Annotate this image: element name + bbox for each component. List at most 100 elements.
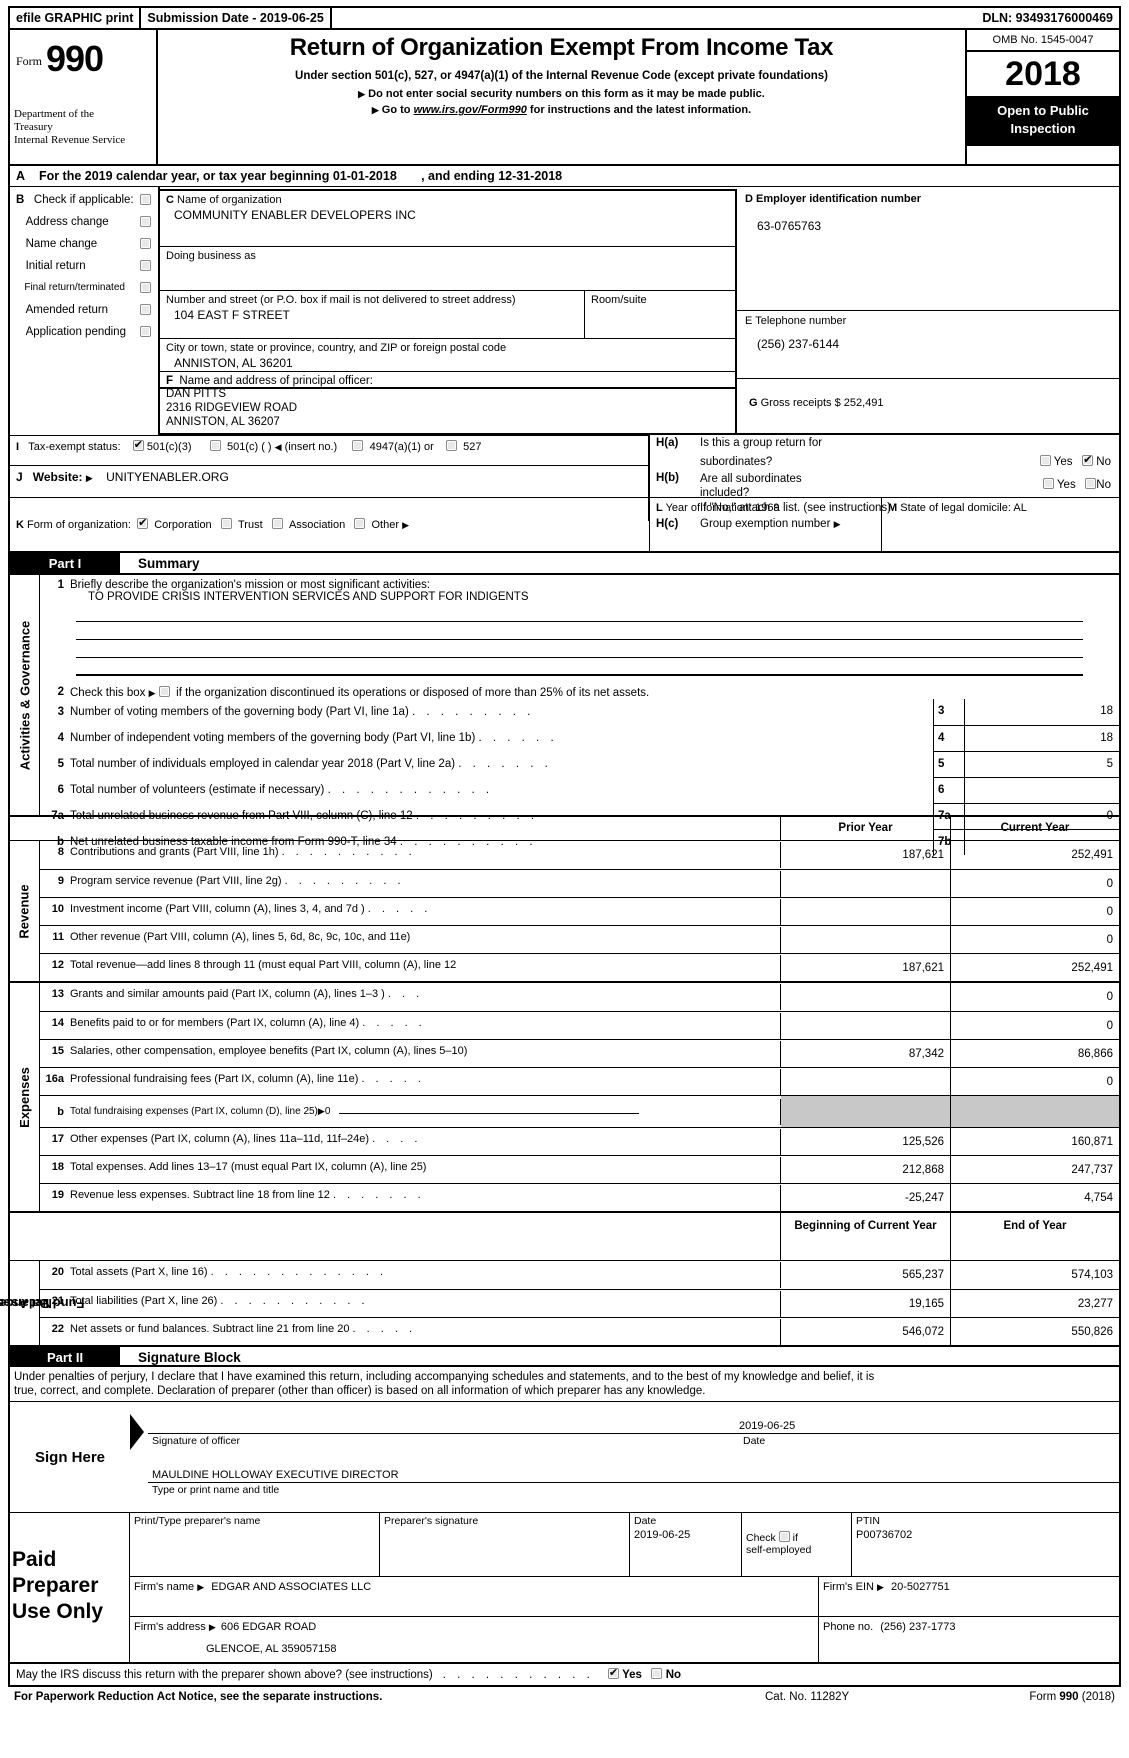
- net-assets-row-20-begin[interactable]: 565,237: [781, 1261, 951, 1289]
- mission-statement-value[interactable]: TO PROVIDE CRISIS INTERVENTION SERVICES …: [40, 591, 1119, 603]
- submission-date-label: Submission Date - 2019-06-25: [141, 8, 332, 28]
- org-name-value[interactable]: COMMUNITY ENABLER DEVELOPERS INC: [166, 206, 729, 222]
- checkbox-discuss-yes[interactable]: [607, 1666, 619, 1679]
- revenue-row-10-prior[interactable]: [781, 898, 951, 925]
- checkbox-trust[interactable]: [220, 518, 232, 529]
- firm-address-value[interactable]: 606 EDGAR ROAD: [219, 1621, 316, 1633]
- count-value-6[interactable]: [965, 778, 1119, 803]
- checkbox-name-change[interactable]: [140, 238, 151, 249]
- count-value-4[interactable]: 18: [965, 726, 1119, 751]
- option-address-change[interactable]: Address change: [16, 213, 154, 235]
- principal-officer-name[interactable]: DAN PITTS: [166, 387, 729, 401]
- revenue-row-11-current[interactable]: 0: [951, 926, 1119, 953]
- tax-year-begin-date[interactable]: 01-01-2018: [333, 169, 397, 183]
- paid-preparer-label: Paid Preparer Use Only: [10, 1513, 130, 1662]
- checkbox-application-pending[interactable]: [140, 326, 151, 337]
- option-initial-return[interactable]: Initial return: [16, 257, 154, 279]
- checkbox-association[interactable]: [271, 518, 283, 529]
- expense-row-19-current[interactable]: 4,754: [951, 1184, 1119, 1211]
- phone-value[interactable]: (256) 237-1773: [876, 1621, 955, 1633]
- ein-value[interactable]: 63-0765763: [745, 205, 1111, 233]
- expense-row-19-prior[interactable]: -25,247: [781, 1184, 951, 1211]
- expense-row-14-prior[interactable]: [781, 1012, 951, 1039]
- expense-row-16a-prior[interactable]: [781, 1068, 951, 1095]
- revenue-row-12-current[interactable]: 252,491: [951, 954, 1119, 981]
- checkbox-address-change[interactable]: [140, 216, 151, 227]
- expense-row-13-current[interactable]: 0: [951, 983, 1119, 1011]
- section-ha-letter: H(a): [656, 437, 679, 449]
- checkbox-initial-return[interactable]: [140, 260, 151, 271]
- checkbox-check-if-applicable[interactable]: [140, 194, 151, 205]
- firm-address-value-2[interactable]: GLENCOE, AL 359057158: [134, 1633, 814, 1655]
- checkbox-discontinued-operations[interactable]: [158, 686, 170, 697]
- checkbox-ha-no[interactable]: [1082, 453, 1094, 466]
- checkbox-discuss-no[interactable]: [651, 1668, 663, 1679]
- checkbox-other[interactable]: [354, 518, 366, 529]
- expense-row-15-current[interactable]: 86,866: [951, 1040, 1119, 1067]
- gross-receipts-value[interactable]: 252,491: [844, 397, 884, 409]
- expense-row-17-number: 17: [51, 1132, 64, 1145]
- revenue-row-9-current[interactable]: 0: [951, 870, 1119, 897]
- revenue-rows: 8 Contributions and grants (Part VIII, l…: [40, 841, 1119, 981]
- net-assets-row-22-end[interactable]: 550,826: [951, 1318, 1119, 1345]
- expense-row-13-prior[interactable]: [781, 983, 951, 1011]
- net-assets-row-21-end[interactable]: 23,277: [951, 1290, 1119, 1317]
- net-assets-row-21-begin[interactable]: 19,165: [781, 1290, 951, 1317]
- revenue-row-9-prior[interactable]: [781, 870, 951, 897]
- count-value-5[interactable]: 5: [965, 752, 1119, 777]
- firm-name-value[interactable]: EDGAR AND ASSOCIATES LLC: [207, 1581, 371, 1593]
- net-assets-column-headers: Beginning of Current Year End of Year: [10, 1213, 1119, 1261]
- expense-row-18-prior[interactable]: 212,868: [781, 1156, 951, 1183]
- checkbox-self-employed[interactable]: [778, 1531, 790, 1542]
- revenue-row-12-prior[interactable]: 187,621: [781, 954, 951, 981]
- revenue-row-8-desc: 8 Contributions and grants (Part VIII, l…: [40, 842, 781, 868]
- option-amended-return[interactable]: Amended return: [16, 301, 154, 323]
- street-value[interactable]: 104 EAST F STREET: [166, 306, 578, 322]
- dba-label: Doing business as: [166, 250, 256, 262]
- telephone-value[interactable]: (256) 237-6144: [745, 327, 1111, 351]
- checkbox-527[interactable]: [446, 440, 458, 451]
- net-assets-row-22-begin[interactable]: 546,072: [781, 1318, 951, 1345]
- checkbox-501c-other[interactable]: [209, 440, 221, 451]
- revenue-row-11-prior[interactable]: [781, 926, 951, 953]
- revenue-row-8-current[interactable]: 252,491: [951, 841, 1119, 869]
- checkbox-4947a1[interactable]: [352, 440, 364, 451]
- checkbox-hb-no[interactable]: [1085, 478, 1097, 489]
- revenue-row-10-current[interactable]: 0: [951, 898, 1119, 925]
- expense-row-18-current[interactable]: 247,737: [951, 1156, 1119, 1183]
- count-value-3[interactable]: 18: [965, 699, 1119, 725]
- irs-form990-link[interactable]: www.irs.gov/Form990: [414, 104, 527, 116]
- checkbox-hb-yes[interactable]: [1042, 478, 1054, 489]
- ptin-value[interactable]: P00736702: [856, 1527, 1115, 1541]
- checkbox-501c3[interactable]: [132, 438, 144, 451]
- preparer-signature-value[interactable]: [384, 1527, 625, 1531]
- preparer-date-value[interactable]: 2019-06-25: [634, 1527, 737, 1541]
- principal-officer-citystate[interactable]: ANNISTON, AL 36207: [166, 415, 729, 429]
- officer-name-and-title[interactable]: MAULDINE HOLLOWAY EXECUTIVE DIRECTOR: [148, 1469, 1119, 1481]
- preparer-name-value[interactable]: [134, 1527, 375, 1531]
- checkbox-amended-return[interactable]: [140, 304, 151, 315]
- option-application-pending[interactable]: Application pending: [16, 323, 154, 345]
- expense-row-15-prior[interactable]: 87,342: [781, 1040, 951, 1067]
- firm-ein-value[interactable]: 20-5027751: [887, 1581, 950, 1593]
- expense-row-18-text: Total expenses. Add lines 13–17 (must eq…: [70, 1160, 427, 1173]
- checkbox-final-return[interactable]: [140, 282, 151, 293]
- checkbox-corporation[interactable]: [137, 516, 149, 529]
- revenue-row-8-prior[interactable]: 187,621: [781, 841, 951, 869]
- room-suite-value[interactable]: [591, 306, 729, 308]
- total-fundraising-expenses-value[interactable]: 0: [325, 1106, 331, 1117]
- expense-row-17-prior[interactable]: 125,526: [781, 1128, 951, 1155]
- tax-year-end-date[interactable]: 12-31-2018: [498, 169, 562, 183]
- expense-row-14-current[interactable]: 0: [951, 1012, 1119, 1039]
- option-name-change[interactable]: Name change: [16, 235, 154, 257]
- principal-officer-street[interactable]: 2316 RIDGEVIEW ROAD: [166, 401, 729, 415]
- website-value[interactable]: UNITYENABLER.ORG: [106, 470, 229, 484]
- net-assets-row-20-end[interactable]: 574,103: [951, 1261, 1119, 1289]
- dba-value[interactable]: [166, 262, 729, 264]
- expense-row-16a-current[interactable]: 0: [951, 1068, 1119, 1095]
- officer-signature-date[interactable]: 2019-06-25: [739, 1420, 1119, 1432]
- city-value[interactable]: ANNISTON, AL 36201: [166, 354, 729, 370]
- checkbox-ha-yes[interactable]: [1039, 455, 1051, 466]
- expense-row-17-current[interactable]: 160,871: [951, 1128, 1119, 1155]
- option-final-return[interactable]: Final return/terminated: [16, 279, 154, 301]
